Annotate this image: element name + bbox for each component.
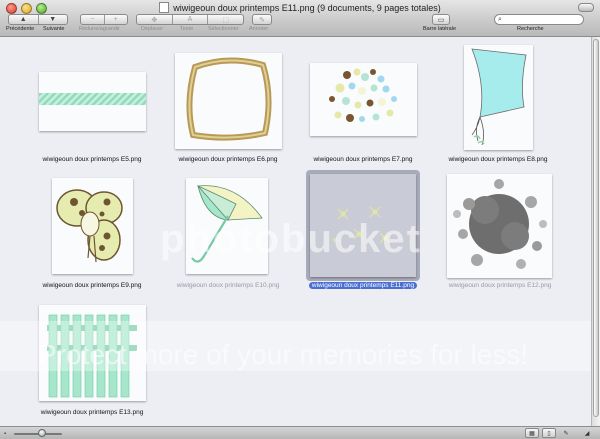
thumbnail-e12[interactable]	[447, 174, 552, 278]
resize-handle[interactable]: ◢	[580, 428, 594, 438]
zoom-group: − +	[80, 14, 128, 25]
grid-view-button[interactable]: ▦	[525, 428, 539, 438]
search-field[interactable]: ⌕	[494, 14, 584, 25]
caption-e11[interactable]: wiwigeoun doux printemps E11.png	[293, 282, 433, 289]
watermark-brand: photobucket	[160, 217, 422, 261]
caption-e13[interactable]: wiwigeoun doux printemps E13.png	[22, 409, 162, 416]
select-label: Sélectionner	[208, 26, 239, 32]
move-label: Déplacer	[141, 26, 164, 32]
window-title-text: wiwigeoun doux printemps E11.png (9 docu…	[173, 3, 441, 13]
thumbnail-grid: wiwigeoun doux printemps E5.png wiwigeou…	[0, 37, 591, 426]
window-title: wiwigeoun doux printemps E11.png (9 docu…	[0, 2, 600, 13]
caption-e5[interactable]: wiwigeoun doux printemps E5.png	[22, 156, 162, 163]
next-button[interactable]: ▼	[39, 15, 68, 24]
next-label: Suivante	[43, 26, 65, 32]
single-page-button[interactable]: ▯	[542, 428, 556, 438]
annotate-label: Annoter	[249, 26, 269, 32]
caption-e7[interactable]: wiwigeoun doux printemps E7.png	[293, 156, 433, 163]
sidebar-label: Barre latérale	[423, 26, 457, 32]
previous-button[interactable]: ▲	[9, 15, 39, 24]
search-label: Recherche	[517, 26, 544, 32]
e5-ribbon-image	[39, 93, 146, 105]
e12-gray-splatter-image	[453, 179, 547, 269]
tools-group: ✥ A ⬚	[136, 14, 244, 25]
annotate-button[interactable]: ✎	[253, 15, 271, 24]
grid-icon: ▦	[529, 430, 535, 437]
thumbnail-e6[interactable]	[175, 53, 282, 149]
caption-e9[interactable]: wiwigeoun doux printemps E9.png	[22, 282, 162, 289]
zoom-in-button[interactable]: +	[105, 15, 128, 24]
e7-buttons-image	[329, 68, 397, 122]
prev-next-group: ▲ ▼	[8, 14, 68, 25]
caption-e6[interactable]: wiwigeoun doux printemps E6.png	[158, 156, 298, 163]
arrow-up-icon: ▲	[19, 16, 27, 23]
caption-e12[interactable]: wiwigeoun doux printemps E12.png	[430, 282, 570, 289]
caption-e8[interactable]: wiwigeoun doux printemps E8.png	[428, 156, 568, 163]
text-cursor-icon: A	[187, 16, 193, 23]
pencil-icon: ✎	[563, 430, 569, 437]
previous-label: Précédente	[6, 26, 35, 32]
edit-button[interactable]: ✎	[559, 428, 573, 438]
scroll-thumb[interactable]	[593, 39, 599, 417]
plus-icon: +	[113, 16, 118, 23]
move-tool-button[interactable]: ✥	[137, 15, 173, 24]
text-tool-button[interactable]: A	[173, 15, 209, 24]
resize-grip-icon: ◢	[584, 430, 590, 437]
annotate-group: ✎	[252, 14, 272, 25]
thumbnail-e8[interactable]	[464, 45, 533, 150]
zoom-label: Réduire/agrandir	[79, 26, 120, 32]
caption-e10[interactable]: wiwigeoun doux printemps E10.png	[158, 282, 298, 289]
select-tool-button[interactable]: ⬚	[208, 15, 243, 24]
thumbnail-e7[interactable]	[310, 63, 417, 136]
vertical-scrollbar[interactable]	[591, 37, 600, 426]
arrow-down-icon: ▼	[49, 16, 57, 23]
bottom-bar: ▪ ▦ ▯ ✎ ◢	[0, 426, 600, 439]
search-icon: ⌕	[498, 15, 502, 23]
pen-icon: ✎	[259, 16, 265, 24]
sidebar-button[interactable]: ▭	[433, 15, 449, 24]
e6-frame-image	[186, 57, 272, 141]
zoom-out-button[interactable]: −	[81, 15, 105, 24]
text-label: Texte	[180, 26, 194, 32]
hand-icon: ✥	[151, 16, 158, 24]
slider-knob[interactable]	[38, 429, 46, 437]
small-thumbnail-icon: ▪	[4, 431, 7, 437]
window-toolbar: wiwigeoun doux printemps E11.png (9 docu…	[0, 0, 600, 37]
sidebar-group: ▭	[432, 14, 450, 25]
minus-icon: −	[90, 16, 95, 23]
thumbnail-e5[interactable]	[39, 72, 146, 131]
page-icon: ▯	[547, 430, 551, 437]
marquee-icon: ⬚	[222, 16, 229, 24]
preview-window: wiwigeoun doux printemps E11.png (9 docu…	[0, 0, 600, 439]
document-icon	[159, 2, 170, 13]
watermark-tagline: Protect more of your memories for less!	[38, 339, 529, 370]
toolbar-toggle-button[interactable]	[578, 3, 594, 12]
sidebar-icon: ▭	[437, 16, 445, 24]
thumbnail-e9[interactable]	[52, 178, 133, 274]
e9-ladybug-image	[56, 189, 123, 263]
e8-kite-image	[471, 48, 527, 146]
